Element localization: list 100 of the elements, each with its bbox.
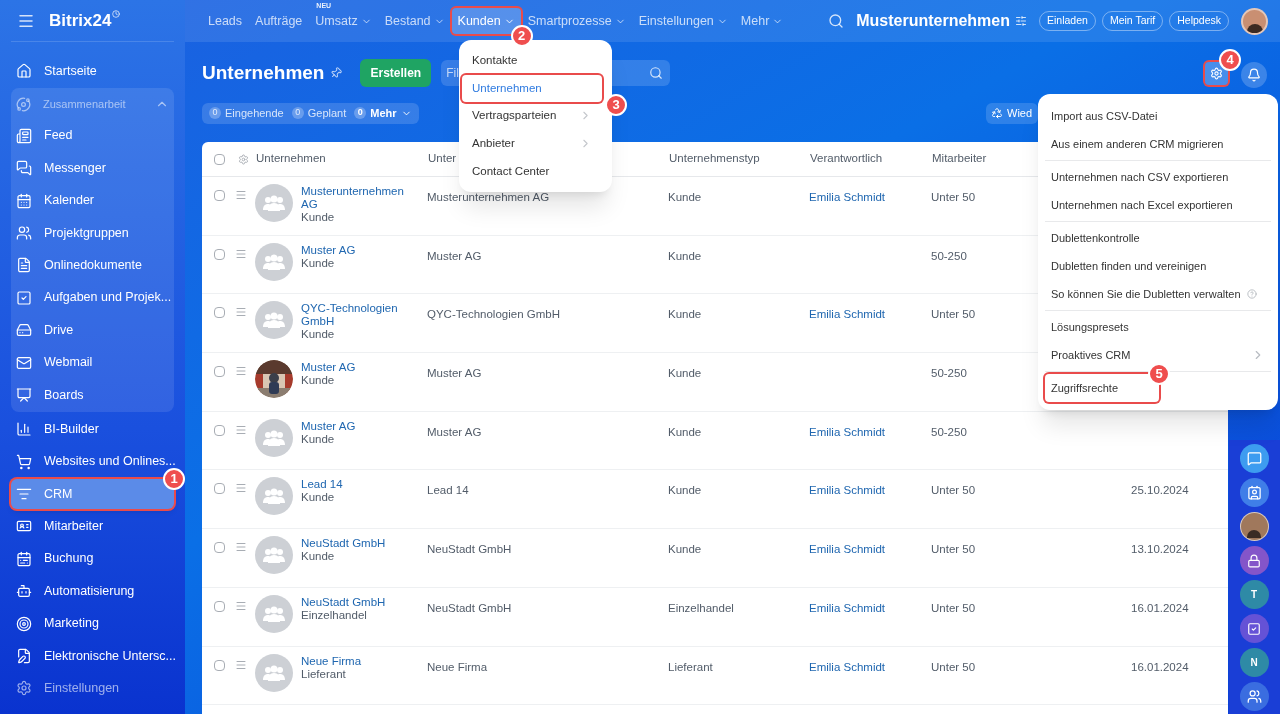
sidebar-item[interactable]: Automatisierung	[11, 576, 174, 607]
responsible-link[interactable]: Emilia Schmidt	[809, 191, 886, 203]
menu-item[interactable]: So können Sie die Dubletten verwalten	[1045, 280, 1271, 308]
chat-avatar[interactable]: N	[1239, 648, 1269, 677]
nav-tab[interactable]: Einstellungen	[632, 8, 734, 34]
sidebar-item[interactable]: Onlinedokumente	[11, 250, 174, 281]
checkbox[interactable]	[214, 153, 225, 165]
responsible-link[interactable]: Emilia Schmidt	[809, 484, 886, 497]
sidebar-item[interactable]: Buchung	[11, 543, 174, 574]
company-link[interactable]: QYC-Technologien GmbH	[301, 302, 423, 329]
nav-tab[interactable]: Leads	[202, 8, 249, 34]
column-header[interactable]: Unternehmenstyp	[669, 152, 760, 165]
company-link[interactable]: Muster AG	[301, 243, 356, 257]
task-button[interactable]	[1239, 614, 1269, 643]
callout-badge: 5	[1148, 363, 1170, 385]
checkbox[interactable]	[214, 600, 225, 612]
sidebar-item[interactable]: Webmail	[11, 347, 174, 378]
sliders-icon[interactable]	[1015, 15, 1027, 27]
checkbox[interactable]	[214, 483, 225, 495]
chat-button[interactable]	[1239, 444, 1269, 473]
settings-icon[interactable]	[238, 153, 249, 165]
sidebar-item[interactable]: Boards	[11, 379, 174, 410]
menu-item[interactable]: Unternehmen nach Excel exportieren	[1045, 191, 1271, 219]
drag-handle-icon[interactable]	[235, 306, 247, 319]
sidebar-item[interactable]: Feed	[11, 120, 174, 151]
search-icon[interactable]	[828, 13, 845, 29]
sidebar-item[interactable]: Marketing	[11, 608, 174, 639]
sidebar-item[interactable]: Startseite	[11, 56, 174, 86]
repeat-button[interactable]: Wied	[986, 102, 1038, 124]
checkbox[interactable]	[214, 248, 225, 260]
help-icon[interactable]	[1246, 289, 1257, 299]
column-header[interactable]: Unternehmen	[256, 152, 326, 165]
menu-item[interactable]: Lösungspresets	[1045, 313, 1271, 341]
drag-handle-icon[interactable]	[235, 541, 247, 554]
drag-handle-icon[interactable]	[235, 658, 247, 671]
nav-tab[interactable]: Bestand	[378, 8, 451, 34]
drag-handle-icon[interactable]	[235, 247, 247, 260]
lock-button[interactable]	[1239, 546, 1269, 575]
company-link[interactable]: NeuStadt GmbH	[301, 537, 386, 551]
create-button[interactable]: Erstellen	[360, 59, 432, 87]
responsible-link[interactable]: Emilia Schmidt	[809, 425, 886, 438]
sidebar-item[interactable]: Einstellungen	[11, 673, 174, 704]
menu-item[interactable]: Unternehmen	[462, 74, 602, 103]
menu-item[interactable]: Import aus CSV-Datei	[1045, 102, 1271, 130]
checkbox[interactable]	[214, 307, 225, 319]
menu-item[interactable]: Contact Center	[462, 157, 602, 185]
drag-handle-icon[interactable]	[235, 482, 247, 495]
checkbox[interactable]	[214, 366, 225, 378]
drag-handle-icon[interactable]	[235, 423, 247, 436]
counter-filter[interactable]: 0 Mehr	[354, 104, 412, 122]
menu-item[interactable]: Kontakte	[462, 47, 602, 75]
checkbox[interactable]	[214, 190, 225, 201]
drag-handle-icon[interactable]	[235, 189, 247, 201]
checkbox[interactable]	[214, 659, 225, 671]
menu-item[interactable]: Aus einem anderen CRM migrieren	[1045, 130, 1271, 158]
column-header[interactable]: Verantwortlich	[810, 152, 883, 165]
users-icon	[263, 312, 285, 329]
menu-item[interactable]: Vertragsparteien	[462, 102, 602, 130]
nav-tab[interactable]: Umsatz	[309, 8, 378, 34]
chat-avatar[interactable]: T	[1239, 580, 1269, 609]
sidebar-item[interactable]: Mitarbeiter	[11, 511, 174, 542]
drag-handle-icon[interactable]	[235, 365, 247, 378]
counter-filter[interactable]: 0 Geplant	[291, 104, 347, 122]
sidebar-item[interactable]: BI-Builder	[11, 414, 174, 445]
drag-handle-icon[interactable]	[235, 599, 247, 612]
sidebar-item[interactable]: Elektronische Untersc...	[11, 641, 174, 672]
column-header[interactable]: Unter	[428, 152, 457, 165]
sidebar-item[interactable]: Projektgruppen	[11, 217, 174, 248]
company-link[interactable]: Muster AG	[301, 361, 356, 375]
group-button[interactable]	[1239, 682, 1269, 711]
responsible-link[interactable]: Emilia Schmidt	[809, 308, 886, 321]
company-link[interactable]: NeuStadt GmbH	[301, 595, 386, 609]
user-avatar[interactable]	[1241, 7, 1268, 35]
company-link[interactable]: Lead 14	[301, 478, 343, 492]
company-subtype: Lieferant	[301, 667, 347, 681]
sidebar-item[interactable]: Kalender	[11, 185, 174, 216]
company-link[interactable]: Neue Firma	[301, 654, 362, 668]
sidebar-item[interactable]: Messenger	[11, 153, 174, 184]
column-header[interactable]: Mitarbeiter	[932, 152, 987, 165]
user-avatar[interactable]	[1239, 512, 1269, 541]
checkbox[interactable]	[214, 542, 225, 554]
notifications-button[interactable]	[1241, 62, 1267, 88]
settings-button[interactable]	[1205, 61, 1228, 85]
responsible-link[interactable]: Emilia Schmidt	[809, 660, 886, 673]
menu-item[interactable]: Anbieter	[462, 129, 602, 158]
menu-item[interactable]: Dublettenkontrolle	[1045, 224, 1271, 252]
company-link[interactable]: Muster AG	[301, 419, 356, 433]
responsible-link[interactable]: Emilia Schmidt	[809, 601, 886, 614]
counter-filter[interactable]: 0 Eingehende	[209, 104, 284, 122]
nav-tab[interactable]: Mehr	[734, 8, 790, 34]
company-link[interactable]: Musterunternehmen AG	[301, 185, 423, 211]
checkbox[interactable]	[214, 424, 225, 436]
sidebar-item[interactable]: Drive	[11, 315, 174, 346]
contact-button[interactable]	[1239, 478, 1269, 507]
nav-tab[interactable]: Aufträge	[249, 8, 309, 34]
sidebar-item[interactable]: Aufgaben und Projek...	[11, 282, 174, 313]
menu-item[interactable]: Dubletten finden und vereinigen	[1045, 252, 1271, 280]
table-cell: 25.10.2024	[1131, 484, 1189, 497]
menu-item[interactable]: Unternehmen nach CSV exportieren	[1045, 163, 1271, 191]
responsible-link[interactable]: Emilia Schmidt	[809, 543, 886, 556]
